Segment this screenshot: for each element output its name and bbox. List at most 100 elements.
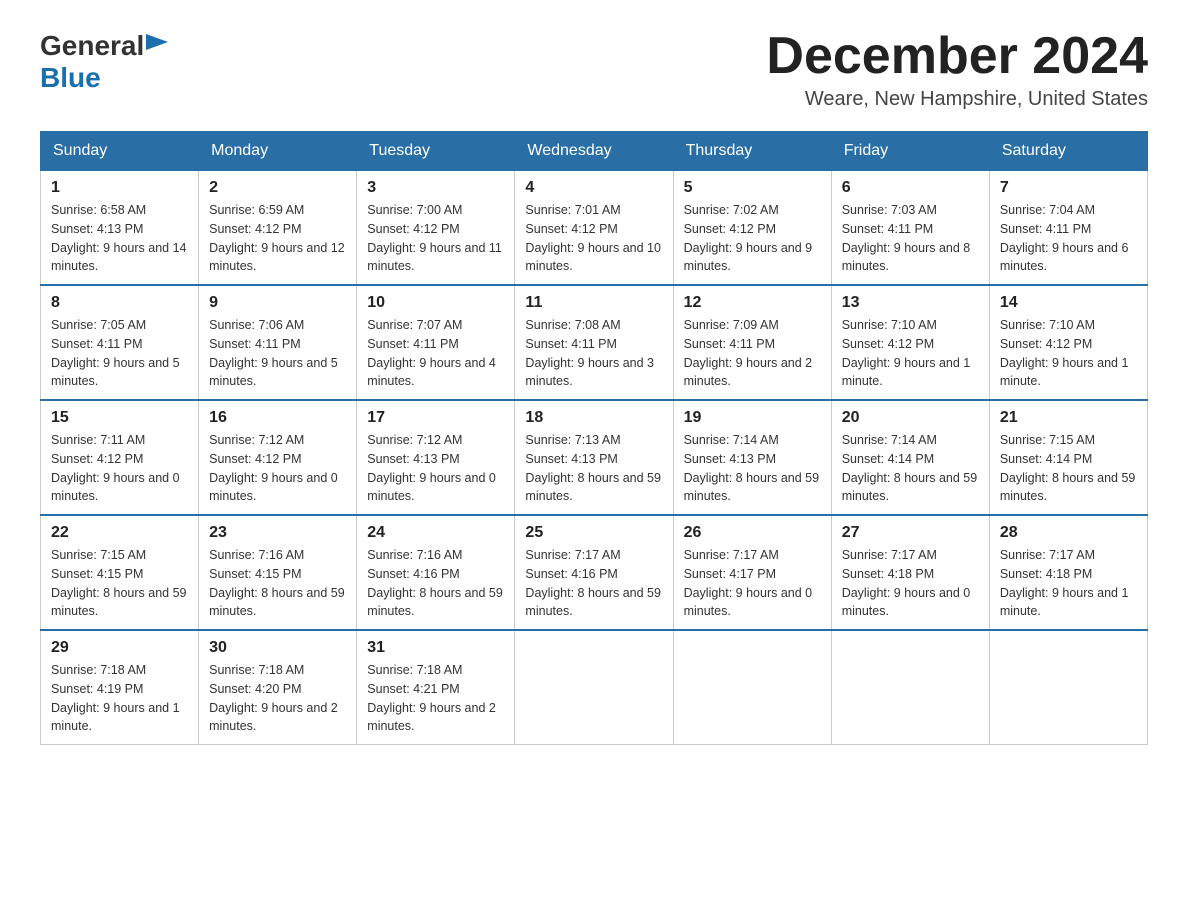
calendar-cell	[989, 630, 1147, 745]
calendar-cell: 20Sunrise: 7:14 AMSunset: 4:14 PMDayligh…	[831, 400, 989, 515]
column-header-wednesday: Wednesday	[515, 132, 673, 171]
calendar-week-row: 22 Sunrise: 7:15 AMSunset: 4:15 PMDayligh…	[41, 515, 1148, 630]
location-text: Weare, New Hampshire, United States	[766, 88, 1148, 111]
day-number: 14	[1000, 294, 1137, 312]
column-header-friday: Friday	[831, 132, 989, 171]
logo-arrow-icon	[146, 34, 168, 56]
calendar-cell: 2 Sunrise: 6:59 AMSunset: 4:12 PMDaylight…	[199, 171, 357, 286]
calendar-table: SundayMondayTuesdayWednesdayThursdayFrid…	[40, 131, 1148, 745]
day-number: 15	[51, 409, 188, 427]
calendar-cell	[673, 630, 831, 745]
calendar-cell: 9Sunrise: 7:06 AMSunset: 4:11 PMDaylight…	[199, 285, 357, 400]
day-number: 7	[1000, 179, 1137, 197]
day-number: 13	[842, 294, 979, 312]
day-number: 17	[367, 409, 504, 427]
calendar-cell: 21Sunrise: 7:15 AMSunset: 4:14 PMDayligh…	[989, 400, 1147, 515]
day-number: 30	[209, 639, 346, 657]
day-number: 4	[525, 179, 662, 197]
calendar-cell: 1 Sunrise: 6:58 AMSunset: 4:13 PMDaylight…	[41, 171, 199, 286]
day-info: Sunrise: 7:15 AMSunset: 4:15 PMDaylight:…	[51, 546, 188, 621]
day-info: Sunrise: 7:03 AMSunset: 4:11 PMDaylight:…	[842, 201, 979, 276]
calendar-cell: 31Sunrise: 7:18 AMSunset: 4:21 PMDayligh…	[357, 630, 515, 745]
calendar-week-row: 8 Sunrise: 7:05 AMSunset: 4:11 PMDaylight…	[41, 285, 1148, 400]
calendar-cell: 27 Sunrise: 7:17 AMSunset: 4:18 PMDayligh…	[831, 515, 989, 630]
day-number: 3	[367, 179, 504, 197]
day-number: 8	[51, 294, 188, 312]
day-number: 6	[842, 179, 979, 197]
logo: General Blue	[40, 30, 168, 94]
day-number: 27	[842, 524, 979, 542]
column-header-tuesday: Tuesday	[357, 132, 515, 171]
day-number: 16	[209, 409, 346, 427]
calendar-cell: 24 Sunrise: 7:16 AMSunset: 4:16 PMDayligh…	[357, 515, 515, 630]
calendar-cell: 7 Sunrise: 7:04 AMSunset: 4:11 PMDaylight…	[989, 171, 1147, 286]
day-number: 18	[525, 409, 662, 427]
day-info: Sunrise: 7:17 AMSunset: 4:16 PMDaylight:…	[525, 546, 662, 621]
column-header-thursday: Thursday	[673, 132, 831, 171]
day-info: Sunrise: 7:12 AMSunset: 4:12 PMDaylight:…	[209, 431, 346, 506]
column-header-saturday: Saturday	[989, 132, 1147, 171]
day-info: Sunrise: 7:10 AMSunset: 4:12 PMDaylight:…	[1000, 316, 1137, 391]
day-number: 21	[1000, 409, 1137, 427]
day-number: 19	[684, 409, 821, 427]
day-number: 24	[367, 524, 504, 542]
day-number: 10	[367, 294, 504, 312]
day-number: 28	[1000, 524, 1137, 542]
page-header: General Blue December 2024 Weare, New Ha…	[40, 30, 1148, 111]
logo-blue-text: Blue	[40, 62, 101, 93]
calendar-cell: 10Sunrise: 7:07 AMSunset: 4:11 PMDayligh…	[357, 285, 515, 400]
calendar-cell: 18 Sunrise: 7:13 AMSunset: 4:13 PMDayligh…	[515, 400, 673, 515]
day-info: Sunrise: 7:18 AMSunset: 4:21 PMDaylight:…	[367, 661, 504, 736]
day-info: Sunrise: 7:18 AMSunset: 4:20 PMDaylight:…	[209, 661, 346, 736]
column-header-monday: Monday	[199, 132, 357, 171]
day-number: 23	[209, 524, 346, 542]
calendar-cell: 3 Sunrise: 7:00 AMSunset: 4:12 PMDaylight…	[357, 171, 515, 286]
day-info: Sunrise: 7:10 AMSunset: 4:12 PMDaylight:…	[842, 316, 979, 391]
day-number: 2	[209, 179, 346, 197]
logo-general-text: General	[40, 30, 144, 62]
calendar-cell: 8 Sunrise: 7:05 AMSunset: 4:11 PMDaylight…	[41, 285, 199, 400]
calendar-cell: 22 Sunrise: 7:15 AMSunset: 4:15 PMDayligh…	[41, 515, 199, 630]
day-info: Sunrise: 7:12 AMSunset: 4:13 PMDaylight:…	[367, 431, 504, 506]
day-info: Sunrise: 7:17 AMSunset: 4:17 PMDaylight:…	[684, 546, 821, 621]
day-number: 26	[684, 524, 821, 542]
day-number: 22	[51, 524, 188, 542]
day-info: Sunrise: 7:11 AMSunset: 4:12 PMDaylight:…	[51, 431, 188, 506]
calendar-cell: 14 Sunrise: 7:10 AMSunset: 4:12 PMDayligh…	[989, 285, 1147, 400]
day-info: Sunrise: 7:08 AMSunset: 4:11 PMDaylight:…	[525, 316, 662, 391]
calendar-cell: 17 Sunrise: 7:12 AMSunset: 4:13 PMDayligh…	[357, 400, 515, 515]
calendar-week-row: 1 Sunrise: 6:58 AMSunset: 4:13 PMDaylight…	[41, 171, 1148, 286]
day-info: Sunrise: 7:05 AMSunset: 4:11 PMDaylight:…	[51, 316, 188, 391]
day-info: Sunrise: 7:16 AMSunset: 4:15 PMDaylight:…	[209, 546, 346, 621]
calendar-cell: 5Sunrise: 7:02 AMSunset: 4:12 PMDaylight…	[673, 171, 831, 286]
day-info: Sunrise: 7:01 AMSunset: 4:12 PMDaylight:…	[525, 201, 662, 276]
calendar-cell: 30 Sunrise: 7:18 AMSunset: 4:20 PMDayligh…	[199, 630, 357, 745]
title-area: December 2024 Weare, New Hampshire, Unit…	[766, 30, 1148, 111]
day-number: 5	[684, 179, 821, 197]
day-info: Sunrise: 7:13 AMSunset: 4:13 PMDaylight:…	[525, 431, 662, 506]
day-info: Sunrise: 6:59 AMSunset: 4:12 PMDaylight:…	[209, 201, 346, 276]
day-info: Sunrise: 7:16 AMSunset: 4:16 PMDaylight:…	[367, 546, 504, 621]
calendar-cell: 12Sunrise: 7:09 AMSunset: 4:11 PMDayligh…	[673, 285, 831, 400]
month-title: December 2024	[766, 30, 1148, 82]
day-info: Sunrise: 7:04 AMSunset: 4:11 PMDaylight:…	[1000, 201, 1137, 276]
day-info: Sunrise: 7:14 AMSunset: 4:13 PMDaylight:…	[684, 431, 821, 506]
calendar-cell: 23 Sunrise: 7:16 AMSunset: 4:15 PMDayligh…	[199, 515, 357, 630]
day-number: 1	[51, 179, 188, 197]
column-header-sunday: Sunday	[41, 132, 199, 171]
day-number: 11	[525, 294, 662, 312]
calendar-cell: 19 Sunrise: 7:14 AMSunset: 4:13 PMDayligh…	[673, 400, 831, 515]
day-number: 29	[51, 639, 188, 657]
calendar-cell: 15 Sunrise: 7:11 AMSunset: 4:12 PMDayligh…	[41, 400, 199, 515]
calendar-week-row: 29Sunrise: 7:18 AMSunset: 4:19 PMDayligh…	[41, 630, 1148, 745]
calendar-cell: 6 Sunrise: 7:03 AMSunset: 4:11 PMDaylight…	[831, 171, 989, 286]
day-number: 12	[684, 294, 821, 312]
day-info: Sunrise: 7:00 AMSunset: 4:12 PMDaylight:…	[367, 201, 504, 276]
calendar-cell: 25 Sunrise: 7:17 AMSunset: 4:16 PMDayligh…	[515, 515, 673, 630]
day-number: 20	[842, 409, 979, 427]
day-number: 25	[525, 524, 662, 542]
calendar-week-row: 15 Sunrise: 7:11 AMSunset: 4:12 PMDayligh…	[41, 400, 1148, 515]
day-info: Sunrise: 7:17 AMSunset: 4:18 PMDaylight:…	[842, 546, 979, 621]
day-number: 9	[209, 294, 346, 312]
day-info: Sunrise: 6:58 AMSunset: 4:13 PMDaylight:…	[51, 201, 188, 276]
